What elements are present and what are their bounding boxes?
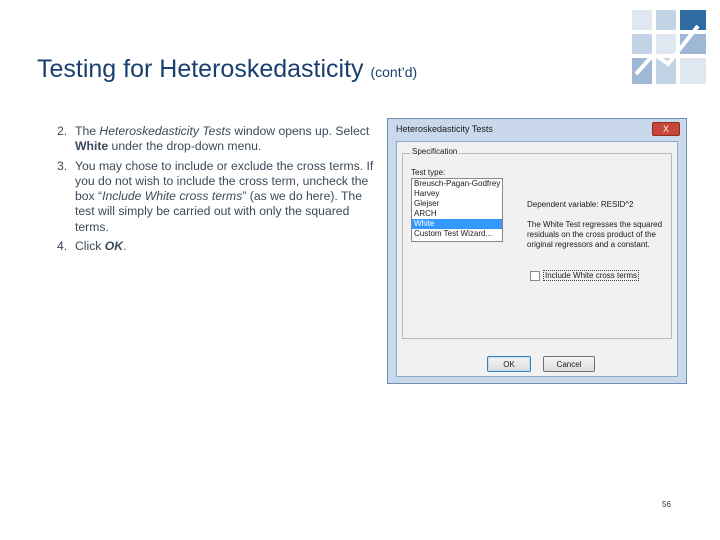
ok-button[interactable]: OK <box>487 356 531 372</box>
list-item-white[interactable]: White <box>412 219 502 229</box>
test-type-label: Test type: <box>411 168 446 177</box>
list-item-custom-test-wizard[interactable]: Custom Test Wizard... <box>412 229 502 239</box>
emphasis-window-name: Heteroskedasticity Tests <box>99 124 232 138</box>
chart-logo-icon <box>632 10 706 84</box>
list-item: 2. The Heteroskedasticity Tests window o… <box>57 124 370 154</box>
emphasis-white: White <box>75 139 109 154</box>
list-item: 3. You may chose to include or exclude t… <box>57 158 374 234</box>
close-button[interactable]: X <box>652 122 680 136</box>
emphasis-ok: OK <box>104 239 124 254</box>
heteroskedasticity-dialog: Heteroskedasticity Tests X Specification… <box>387 118 687 384</box>
include-cross-terms-label[interactable]: Include White cross terms <box>543 270 640 281</box>
instruction-list: 2. The Heteroskedasticity Tests window o… <box>57 124 375 258</box>
dialog-body: Specification Test type: Breusch-Pagan-G… <box>396 141 678 377</box>
list-item-glejser[interactable]: Glejser <box>412 199 502 209</box>
title-suffix: (cont’d) <box>370 64 418 80</box>
list-number: 4. <box>57 239 68 254</box>
list-item-harvey[interactable]: Harvey <box>412 189 502 199</box>
list-number: 2. <box>57 124 68 138</box>
list-item-breusch-pagan-godfrey[interactable]: Breusch-Pagan-Godfrey <box>412 179 502 189</box>
include-cross-terms-row[interactable]: Include White cross terms <box>530 270 640 281</box>
test-description-text: The White Test regresses the squared res… <box>527 220 663 249</box>
page-number: 56 <box>662 500 671 509</box>
dependent-variable-text: Dependent variable: RESID^2 <box>527 200 634 209</box>
slide-title: Testing for Heteroskedasticity (cont’d) <box>37 55 417 84</box>
dialog-title: Heteroskedasticity Tests <box>396 124 493 134</box>
list-item: 4. Click OK. <box>57 239 127 254</box>
title-main: Testing for Heteroskedasticity <box>37 55 364 83</box>
include-cross-terms-checkbox[interactable] <box>530 270 540 281</box>
test-type-listbox[interactable]: Breusch-Pagan-Godfrey Harvey Glejser ARC… <box>411 178 503 242</box>
list-item-arch[interactable]: ARCH <box>412 209 502 219</box>
emphasis-checkbox-name: Include White cross terms <box>102 189 243 204</box>
list-number: 3. <box>57 158 68 173</box>
group-label: Specification <box>410 147 460 156</box>
cancel-button[interactable]: Cancel <box>543 356 595 372</box>
